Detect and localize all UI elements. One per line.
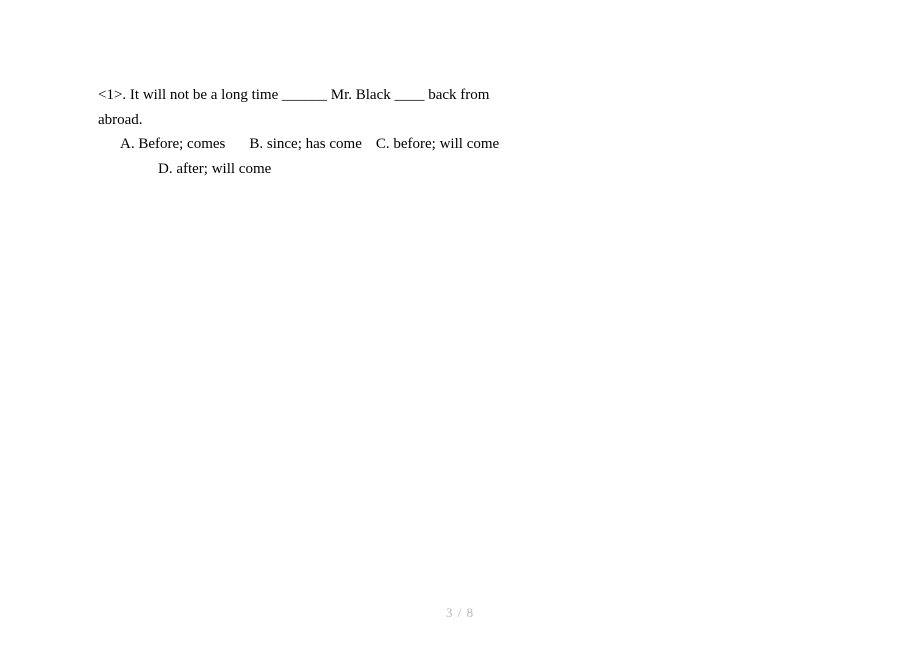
option-b: B. since; has come [249,136,361,152]
question-text-1: It will not be a long time ______ Mr. Bl… [130,87,490,103]
page-current: 3 [446,605,454,620]
question-block: <1>. It will not be a long time ______ M… [98,84,618,182]
option-d: D. after; will come [158,161,271,177]
question-text-2: abroad. [98,112,143,128]
page-separator: / [458,605,463,620]
options-row-1: A. Before; comes B. since; has come C. bef… [98,133,618,156]
question-number: <1>. [98,87,126,103]
question-line-1: <1>. It will not be a long time ______ M… [98,84,618,107]
option-a: A. Before; comes [120,136,225,152]
question-line-2: abroad. [98,109,618,132]
options-row-2: D. after; will come [98,158,618,181]
page-footer: 3 / 8 [0,605,920,621]
page-total: 8 [467,605,475,620]
option-c: C. before; will come [376,136,499,152]
